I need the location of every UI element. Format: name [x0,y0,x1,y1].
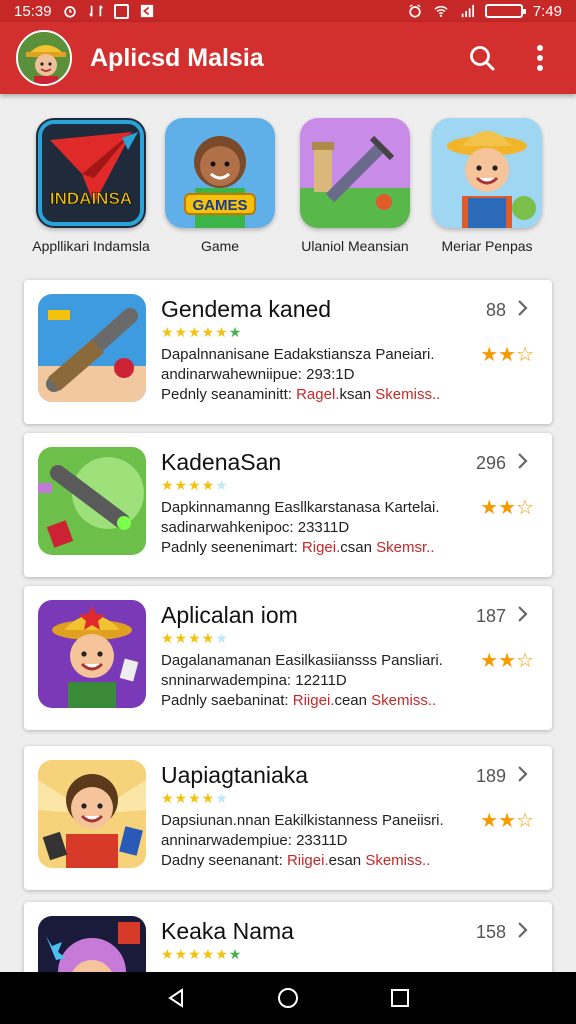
category-item[interactable]: Meriar Penpas [422,118,552,254]
rating-stars: ★★★★★ [161,630,229,646]
rating-stars: ★★★★★ [161,477,229,493]
notification-box-icon [113,3,129,19]
games-character-icon: GAMES [165,118,275,228]
firefighter-character-icon [38,600,146,708]
rating-stars: ★★★★★ [161,790,229,806]
back-triangle-icon [168,988,183,1008]
app-bar: Aplicsd Malsia [0,22,576,94]
app-info-line: Pednly seanaminitt: Ragel.ksan Skemiss.. [161,386,441,403]
app-rating: ★★☆ [480,497,534,519]
app-meta: snninarwadempina: 12211D [161,672,347,689]
app-card[interactable]: Aplicalan iom ★★★★★ Dagalanamanan Easilk… [24,586,552,730]
back-notification-icon [140,4,153,18]
cannon-game-icon [38,294,146,402]
rating-stars: ★★★★★★ [161,324,243,340]
app-meta: andinarwahewniipue: 293:1D [161,366,355,383]
app-description: Dapsiunan.nnan Eakilkistanness Paneiisri… [161,812,444,829]
data-arrows-icon [88,5,103,17]
app-title: Keaka Nama [161,918,294,944]
category-item[interactable]: GAMES Game [155,118,285,254]
category-row: INDAINSA Appllikari Indamsla GAMES Game … [0,118,576,278]
recents-square-icon [391,989,409,1007]
alarm-clock-icon [409,4,421,18]
boy-cards-icon [38,760,146,868]
app-description: Dapkinnamanng Easllkarstanasa Kartelai. [161,499,440,516]
status-bar: 15:39 7:49 [0,0,576,22]
chevron-right-icon[interactable] [516,298,530,318]
chevron-right-icon[interactable] [516,764,530,784]
status-time-left: 15:39 [14,2,52,20]
app-info-line: Padnly seenenimart: Rigei.csan Skemsr.. [161,539,435,556]
castle-weapon-icon [300,118,410,228]
category-label: Appllikari Indamsla [32,238,150,254]
chevron-right-icon[interactable] [516,920,530,940]
back-button[interactable] [156,978,196,1018]
status-time-right: 7:49 [532,2,562,20]
app-count: 187 [475,606,506,626]
chevron-right-icon[interactable] [516,451,530,471]
app-meta: sadinarwahkenipoc: 23311D [161,519,350,536]
app-rating: ★★☆ [480,344,534,366]
wifi-icon [434,5,448,17]
cannon-green-icon [38,447,146,555]
boy-hat-icon [432,118,542,228]
app-title: Aplicalan iom [161,602,298,628]
recents-button[interactable] [380,978,420,1018]
system-navigation-bar [0,972,576,1024]
app-count: 189 [475,766,506,786]
app-count: 158 [475,922,506,942]
app-title: Uapiagtaniaka [161,762,309,788]
app-description: Dapalnnanisane Eadakstiansza Paneiari. [161,346,435,363]
signal-icon [461,4,474,18]
app-card[interactable]: KadenaSan ★★★★★ Dapkinnamanng Easllkarst… [24,433,552,577]
app-description: Dagalanamanan Easilkasiiansss Pansliari. [161,652,443,669]
app-meta: anninarwadempiue: 23311D [161,832,348,849]
app-title: Gendema kaned [161,296,332,322]
status-right: 7:49 [407,3,562,20]
app-info-line: Padnly saebaninat: Riigei.cean Skemiss.. [161,692,437,709]
app-info-line: Dadny seenanant: Riigei.esan Skemiss.. [161,852,431,869]
overflow-menu-button[interactable] [520,38,560,78]
rating-stars: ★★★★★★ [161,946,243,962]
app-title: KadenaSan [161,449,282,475]
category-item[interactable]: INDAINSA Appllikari Indamsla [26,118,156,254]
search-icon [470,46,495,71]
app-card[interactable]: Gendema kaned ★★★★★★ Dapalnnanisane Eada… [24,280,552,424]
home-button[interactable] [268,978,308,1018]
category-icon-text: INDAINSA [50,189,132,208]
category-label: Game [200,238,240,254]
battery-icon [484,4,526,18]
home-circle-icon [278,988,298,1008]
category-label: Meriar Penpas [441,238,533,254]
app-count: 88 [485,300,506,320]
app-rating: ★★☆ [480,650,534,672]
app-count: 296 [475,453,506,473]
status-left: 15:39 [14,3,155,20]
category-item[interactable]: Ulaniol Meansian [290,118,420,254]
app-rating: ★★☆ [480,810,534,832]
app-card[interactable]: Uapiagtaniaka ★★★★★ Dapsiunan.nnan Eakil… [24,746,552,890]
app-title: Aplicsd Malsia [90,43,264,72]
more-vertical-icon [537,45,543,71]
category-icon-text: GAMES [192,197,247,214]
search-button[interactable] [462,38,502,78]
app-logo-icon[interactable] [16,30,72,86]
alarm-icon [63,6,76,18]
paper-plane-icon: INDAINSA [36,118,146,228]
chevron-right-icon[interactable] [516,604,530,624]
category-label: Ulaniol Meansian [301,238,409,254]
